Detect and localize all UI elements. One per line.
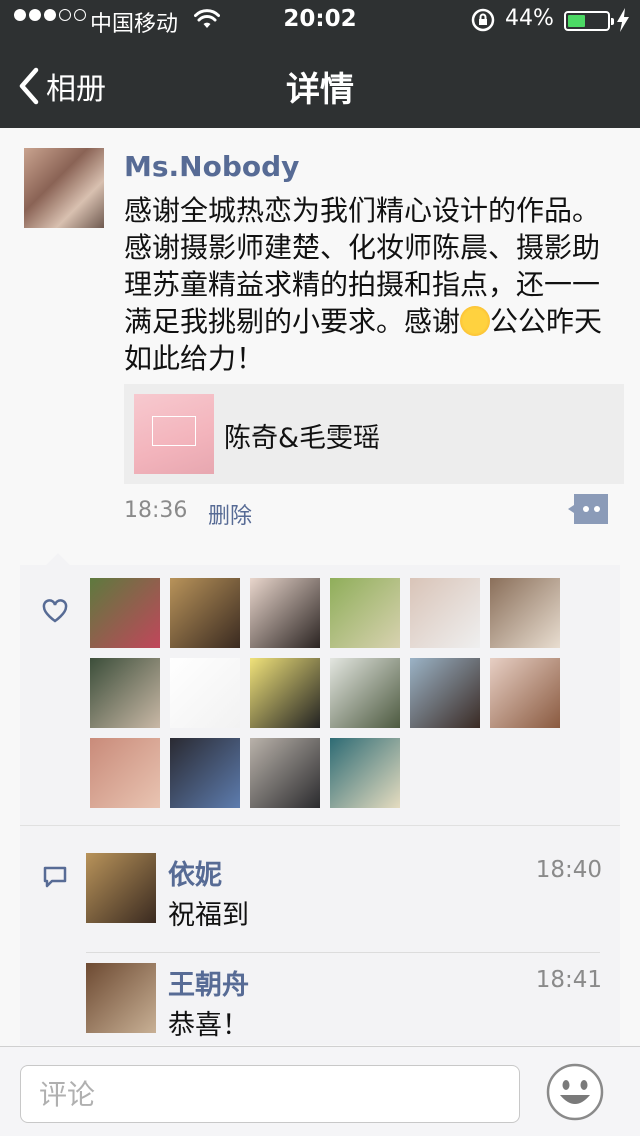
author-avatar[interactable]: [24, 148, 104, 228]
likes-comments-panel: 依妮 祝福到 18:40 王朝舟 恭喜！ 18:41: [20, 553, 620, 1045]
comment-input[interactable]: [20, 1065, 520, 1123]
like-avatar-3[interactable]: [250, 578, 320, 648]
heart-icon: [42, 599, 68, 623]
link-title: 陈奇&毛雯瑶: [224, 423, 381, 454]
like-avatar-14[interactable]: [170, 738, 240, 808]
commenter-avatar[interactable]: [86, 853, 156, 923]
shared-link-card[interactable]: 陈奇&毛雯瑶: [124, 384, 624, 484]
comment-bubble-icon: [43, 866, 67, 888]
like-avatar-15[interactable]: [250, 738, 320, 808]
author-name[interactable]: Ms.Nobody: [124, 150, 299, 183]
like-avatar-4[interactable]: [330, 578, 400, 648]
likes-list: [90, 578, 570, 808]
commenter-name[interactable]: 依妮: [168, 853, 222, 892]
emoji-face-icon[interactable]: [546, 1063, 604, 1121]
like-avatar-11[interactable]: [410, 658, 480, 728]
charging-bolt-icon: [617, 8, 629, 32]
rotation-lock-icon: [471, 8, 495, 32]
commenter-avatar[interactable]: [86, 963, 156, 1033]
comment-time: 18:41: [535, 967, 602, 993]
like-avatar-9[interactable]: [250, 658, 320, 728]
like-avatar-10[interactable]: [330, 658, 400, 728]
like-avatar-16[interactable]: [330, 738, 400, 808]
like-avatar-1[interactable]: [90, 578, 160, 648]
comment-input-bar: [0, 1046, 640, 1136]
battery-fill: [568, 15, 585, 27]
status-bar: 中国移动 20:02 44%: [0, 0, 640, 40]
battery-percent: 44%: [505, 6, 554, 31]
like-avatar-5[interactable]: [410, 578, 480, 648]
post-text: 感谢全城热恋为我们精心设计的作品。感谢摄影师建楚、化妆师陈晨、摄影助理苏童精益求…: [124, 192, 620, 377]
like-avatar-2[interactable]: [170, 578, 240, 648]
moment-post: Ms.Nobody 感谢全城热恋为我们精心设计的作品。感谢摄影师建楚、化妆师陈晨…: [0, 128, 640, 568]
page-title: 详情: [286, 70, 354, 110]
commenter-name[interactable]: 王朝舟: [168, 963, 249, 1002]
comment-text: 恭喜！: [168, 1010, 249, 1041]
comment-item[interactable]: 依妮 祝福到 18:40: [86, 853, 606, 953]
delete-button[interactable]: 删除: [208, 498, 252, 530]
divider: [20, 825, 620, 826]
like-avatar-13[interactable]: [90, 738, 160, 808]
post-time: 18:36: [124, 498, 188, 523]
like-avatar-7[interactable]: [90, 658, 160, 728]
comment-divider: [86, 952, 600, 953]
comment-text: 祝福到: [168, 900, 249, 931]
like-avatar-8[interactable]: [170, 658, 240, 728]
like-avatar-12[interactable]: [490, 658, 560, 728]
link-thumbnail: [134, 394, 214, 474]
like-avatar-6[interactable]: [490, 578, 560, 648]
battery-icon: [564, 11, 614, 31]
top-bar: 中国移动 20:02 44% 相册 详情: [0, 0, 640, 128]
sun-emoji-icon: [460, 306, 491, 336]
more-options-icon[interactable]: [568, 494, 608, 524]
comment-time: 18:40: [535, 857, 602, 883]
